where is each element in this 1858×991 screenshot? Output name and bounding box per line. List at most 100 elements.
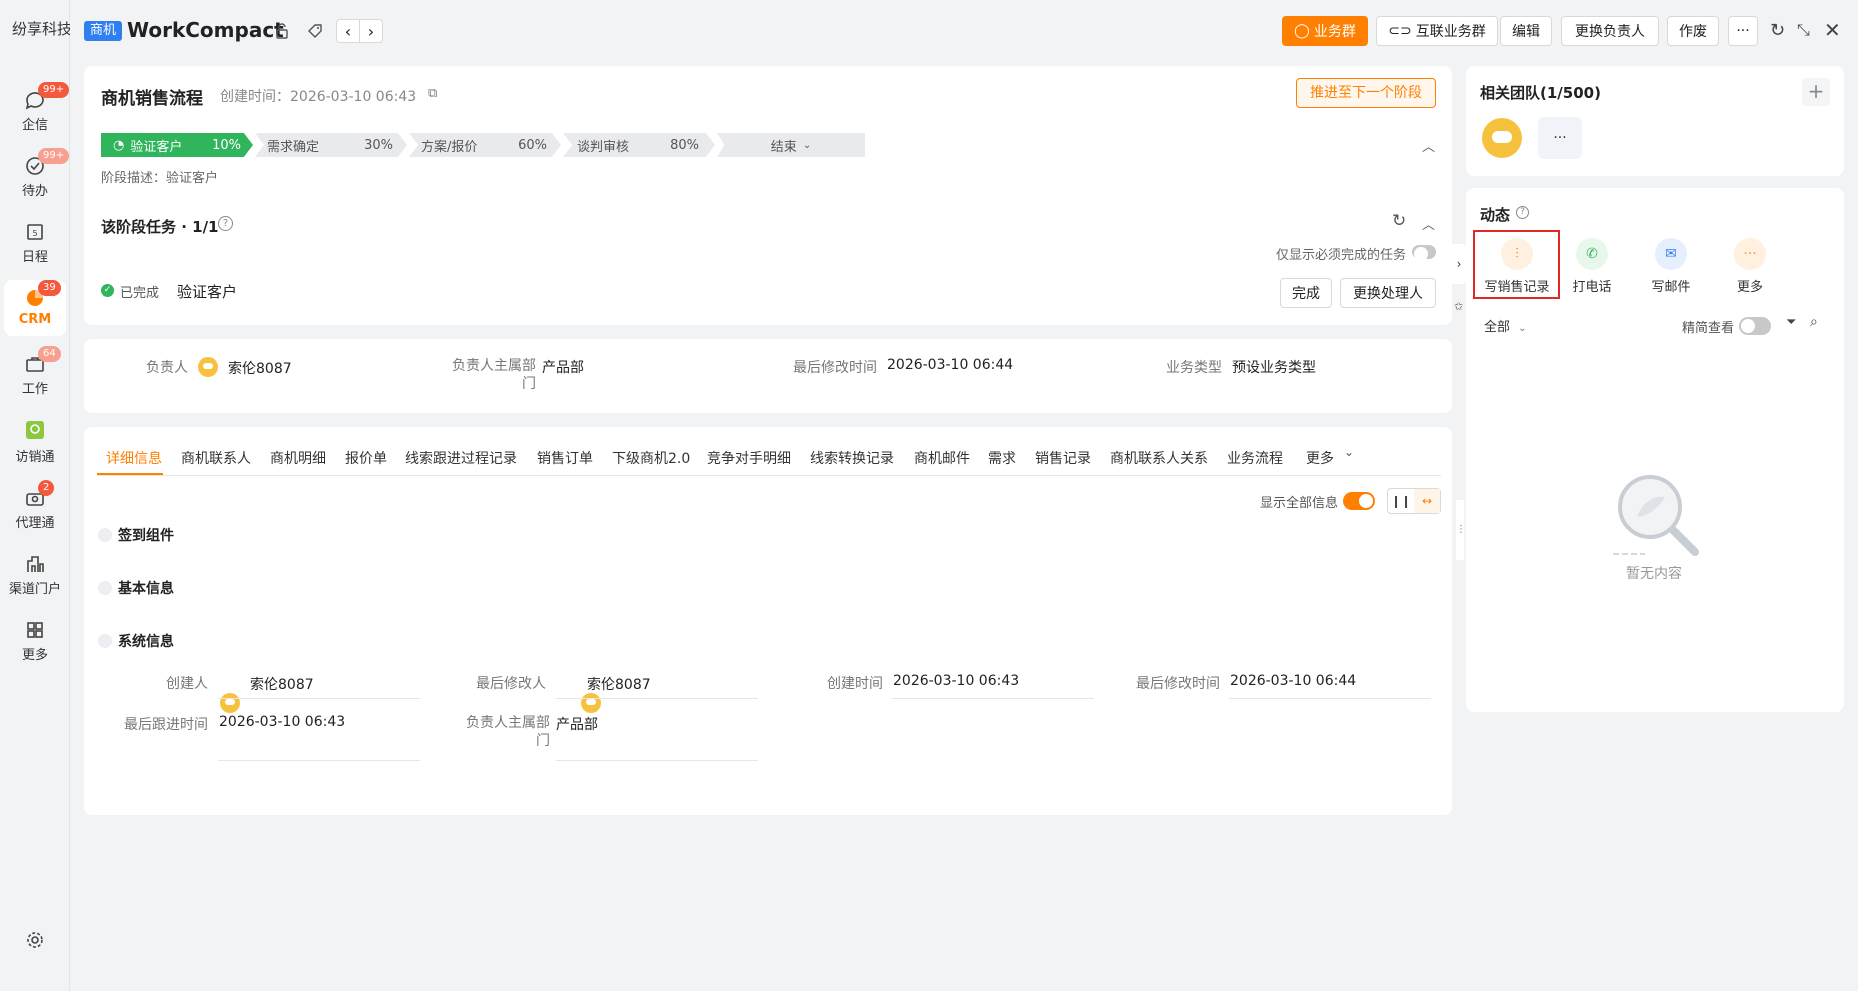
advance-stage-button[interactable]: 推进至下一个阶段 — [1296, 78, 1436, 108]
write-sales-record-action[interactable]: ⫶ 写销售记录 — [1477, 238, 1557, 295]
columns-icon[interactable]: ❙❙ — [1388, 489, 1414, 513]
filter-icon[interactable]: ⏷ — [1786, 315, 1796, 330]
tag-icon[interactable] — [305, 21, 325, 41]
chevron-left-icon: ‹ — [344, 21, 352, 41]
nav-todo[interactable]: 待办 99+ — [0, 148, 70, 199]
section-system-info[interactable]: 系统信息 — [98, 631, 174, 651]
task-refresh-icon[interactable]: ↻ — [1392, 211, 1406, 231]
section-basic-info[interactable]: 基本信息 — [98, 578, 174, 598]
record-title: WorkCompact — [127, 18, 284, 42]
nav-crm[interactable]: CRM 39 — [0, 280, 70, 327]
last-mod-by-label: 最后修改人 — [476, 676, 546, 692]
stage-requirement[interactable]: 需求确定 30% — [255, 133, 407, 157]
resize-handle[interactable]: ⋮ — [1456, 500, 1466, 560]
simple-view-toggle[interactable] — [1739, 317, 1771, 335]
action-label: 更多 — [1736, 280, 1763, 295]
pin-icon[interactable]: ✩ — [1454, 300, 1463, 313]
phone-icon: ✆ — [1576, 238, 1608, 270]
business-group-button[interactable]: ◯ 业务群 — [1282, 16, 1368, 46]
edit-button[interactable]: 编辑 — [1500, 16, 1552, 46]
email-action[interactable]: ✉ 写邮件 — [1631, 238, 1711, 295]
tab-10[interactable]: 需求 — [988, 448, 1016, 468]
tab-6[interactable]: 下级商机2.0 — [612, 448, 690, 468]
expand-width-icon[interactable]: ↔ — [1414, 489, 1440, 513]
stage-name: 验证客户 — [130, 139, 183, 155]
team-more-button[interactable]: ··· — [1538, 117, 1582, 159]
nav-agent[interactable]: 代理通 2 — [0, 480, 70, 531]
action-label: 打电话 — [1572, 280, 1612, 295]
interlink-group-button[interactable]: ⊂⊃ 互联业务群 — [1376, 16, 1498, 46]
prev-record-button[interactable]: ‹ — [336, 19, 360, 43]
settings-icon[interactable] — [23, 928, 47, 952]
nav-qixin[interactable]: 企信 99+ — [0, 82, 70, 133]
calendar-icon: 5 — [27, 224, 43, 240]
activity-help-icon[interactable]: ? — [1516, 206, 1529, 219]
created-value: 2026-03-10 06:43 — [893, 673, 1020, 689]
tab-2[interactable]: 商机明细 — [270, 448, 326, 468]
panel-toggle-handle[interactable]: › — [1452, 244, 1466, 284]
team-member-avatar[interactable] — [1482, 118, 1522, 158]
change-handler-button[interactable]: 更换处理人 — [1340, 278, 1436, 308]
empty-state-text: 暂无内容 — [1626, 566, 1682, 582]
tab-14[interactable]: 更多 — [1306, 448, 1334, 468]
stage-negotiation[interactable]: 谈判审核 80% — [563, 133, 715, 157]
chevron-down-icon: ⌄ — [802, 139, 812, 151]
stage-verify-customer[interactable]: ◔ 验证客户 10% — [101, 133, 253, 157]
copy-icon[interactable]: ⧉ — [428, 86, 437, 101]
object-tag: 商机 — [84, 21, 123, 41]
chat-bubble-icon: ◯ — [1294, 23, 1310, 39]
sys-dept-value: 产品部 — [556, 717, 598, 733]
chevron-down-icon: ⌄ — [1518, 323, 1527, 334]
add-member-button[interactable]: + — [1802, 78, 1830, 106]
collapse-icon[interactable]: ⤡ — [1797, 20, 1810, 40]
tab-12[interactable]: 商机联系人关系 — [1110, 448, 1208, 468]
void-button[interactable]: 作废 — [1667, 16, 1719, 46]
nav-badge: 99+ — [38, 82, 70, 98]
last-mod-by-value[interactable]: 索伦8087 — [587, 674, 651, 694]
stage-task-title: 该阶段任务 · 1/1 — [101, 218, 219, 236]
tab-7[interactable]: 竞争对手明细 — [707, 448, 791, 468]
nav-visit[interactable]: 访销通 — [0, 418, 70, 465]
refresh-icon[interactable]: ↻ — [1770, 20, 1785, 41]
nav-label: 渠道门户 — [8, 582, 61, 597]
activity-filter-dropdown[interactable]: 全部 ⌄ — [1484, 316, 1527, 335]
task-complete-button[interactable]: 完成 — [1280, 278, 1332, 308]
tab-3[interactable]: 报价单 — [345, 448, 387, 468]
more-action[interactable]: ··· 更多 — [1710, 238, 1790, 295]
creator-value[interactable]: 索伦8087 — [250, 674, 314, 694]
tab-0[interactable]: 详细信息 — [106, 448, 162, 468]
tab-9[interactable]: 商机邮件 — [914, 448, 970, 468]
collapse-process-icon[interactable]: ︿ — [1422, 136, 1435, 155]
owner-value[interactable]: 索伦8087 — [228, 358, 292, 378]
show-all-label: 显示全部信息 — [1260, 496, 1339, 511]
close-icon[interactable]: ✕ — [1824, 18, 1841, 42]
nav-work[interactable]: 工作 64 — [0, 346, 70, 397]
stage-proposal[interactable]: 方案/报价 60% — [409, 133, 561, 157]
nav-calendar[interactable]: 5 日程 — [0, 220, 70, 265]
help-icon[interactable]: ? — [218, 216, 233, 231]
tab-11[interactable]: 销售记录 — [1035, 448, 1091, 468]
plus-icon: + — [1807, 79, 1825, 103]
change-owner-button[interactable]: 更换负责人 — [1561, 16, 1659, 46]
more-actions-button[interactable]: ··· — [1728, 16, 1758, 46]
stage-end[interactable]: 结束 ⌄ — [717, 133, 865, 157]
tab-4[interactable]: 线索跟进过程记录 — [405, 448, 517, 468]
layout-switch[interactable]: ❙❙ ↔ — [1387, 488, 1441, 514]
lock-icon[interactable] — [272, 21, 292, 41]
tab-1[interactable]: 商机联系人 — [181, 448, 251, 468]
tab-13[interactable]: 业务流程 — [1227, 448, 1283, 468]
next-record-button[interactable]: › — [359, 19, 383, 43]
search-icon[interactable]: ⌕ — [1810, 314, 1818, 330]
call-action[interactable]: ✆ 打电话 — [1552, 238, 1632, 295]
caret-down-icon — [98, 634, 112, 648]
section-signin[interactable]: 签到组件 — [98, 525, 174, 545]
tab-5[interactable]: 销售订单 — [537, 448, 593, 468]
show-all-toggle[interactable] — [1343, 492, 1375, 510]
nav-more[interactable]: 更多 — [0, 618, 70, 663]
only-required-toggle[interactable] — [1412, 245, 1436, 261]
field-underline — [556, 760, 758, 761]
nav-channel[interactable]: 渠道门户 — [0, 552, 70, 597]
task-collapse-icon[interactable]: ︿ — [1422, 214, 1435, 233]
tab-8[interactable]: 线索转换记录 — [810, 448, 894, 468]
task-name: 验证客户 — [177, 283, 238, 301]
